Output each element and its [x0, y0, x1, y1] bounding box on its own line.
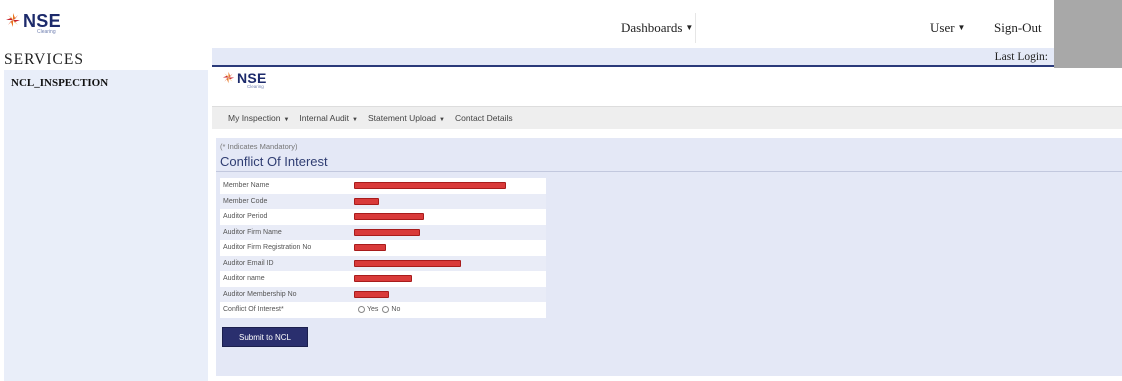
- redacted-value: [354, 275, 412, 283]
- conflict-no-radio[interactable]: [382, 306, 390, 314]
- form-row-member-code: Member Code: [220, 193, 546, 209]
- dashboards-menu-label: Dashboards: [621, 20, 683, 35]
- last-login-label: Last Login:: [994, 51, 1048, 63]
- conflict-yes-radio[interactable]: [358, 306, 365, 314]
- conflict-of-interest-panel: (* Indicates Mandatory) Conflict Of Inte…: [216, 138, 1122, 376]
- logo-subtitle: Clearing: [37, 29, 56, 35]
- field-label: Auditor Firm Registration No: [223, 244, 312, 252]
- app-nav: My Inspection ▼ Internal Audit ▼ Statement…: [212, 106, 1122, 129]
- field-label: Auditor name: [223, 275, 265, 283]
- form-row-auditor-firm-name: Auditor Firm Name: [220, 224, 546, 240]
- redacted-value: [354, 213, 424, 221]
- redacted-value: [354, 182, 506, 190]
- form-row-auditor-period: Auditor Period: [220, 209, 546, 225]
- caret-down-icon: ▼: [685, 23, 694, 32]
- nse-clearing-logo[interactable]: NSE Clearing: [5, 12, 61, 35]
- form-title: Conflict Of Interest: [220, 154, 328, 169]
- sidebar: NCL_INSPECTION: [4, 70, 208, 381]
- top-bar: NSE Clearing Dashboards ▼ User ▼ Sign-Out: [0, 0, 1122, 46]
- nse-logo-icon: [222, 71, 235, 84]
- form-row-member-name: Member Name: [220, 178, 546, 194]
- conflict-no-label: No: [391, 306, 401, 314]
- form-row-auditor-name: Auditor name: [220, 271, 546, 287]
- field-label: Member Code: [223, 197, 268, 205]
- app-logo-subtitle: Clearing: [247, 84, 264, 89]
- field-label: Conflict Of Interest*: [223, 306, 284, 314]
- submit-to-ncl-button[interactable]: Submit to NCL: [222, 327, 308, 347]
- redacted-value: [354, 244, 386, 252]
- redacted-value: [354, 259, 461, 267]
- caret-down-icon: ▼: [957, 23, 966, 32]
- sidebar-item-ncl-inspection[interactable]: NCL_INSPECTION: [11, 77, 108, 89]
- logo-wordmark: NSE: [23, 11, 61, 31]
- form-table: Member Name Member Code Auditor Period A…: [220, 178, 546, 318]
- services-heading: SERVICES: [4, 51, 84, 68]
- nav-internal-audit[interactable]: Internal Audit ▼: [299, 113, 358, 123]
- redacted-value: [354, 290, 389, 298]
- user-menu[interactable]: User ▼: [930, 20, 965, 36]
- user-menu-label: User: [930, 20, 955, 35]
- nav-contact-details[interactable]: Contact Details: [455, 113, 513, 123]
- last-login-bar: Last Login:: [212, 48, 1054, 67]
- nav-internal-audit-label: Internal Audit: [299, 113, 350, 123]
- nav-statement-upload-label: Statement Upload: [367, 113, 437, 123]
- caret-down-icon: ▼: [283, 117, 290, 123]
- conflict-yes-label: Yes: [367, 306, 379, 314]
- caret-down-icon: ▼: [352, 117, 358, 123]
- field-label: Auditor Email ID: [223, 259, 274, 267]
- title-divider: [216, 171, 1122, 172]
- form-row-auditor-email: Auditor Email ID: [220, 255, 546, 271]
- app-logo-wordmark: NSE: [237, 70, 267, 86]
- caret-down-icon: ▼: [439, 117, 445, 123]
- field-label: Auditor Membership No: [223, 290, 297, 298]
- field-label: Member Name: [223, 182, 270, 190]
- sign-out-link[interactable]: Sign-Out: [994, 20, 1042, 36]
- field-label: Auditor Firm Name: [223, 228, 282, 236]
- field-label: Auditor Period: [223, 213, 268, 221]
- form-row-conflict-of-interest: Conflict Of Interest* Yes No: [220, 302, 546, 318]
- app-logo[interactable]: NSE Clearing: [222, 71, 267, 90]
- redacted-value: [354, 228, 420, 236]
- redacted-value: [354, 197, 379, 205]
- nav-my-inspection-label: My Inspection: [228, 113, 281, 123]
- nse-logo-icon: [6, 13, 20, 27]
- nav-my-inspection[interactable]: My Inspection ▼: [228, 113, 289, 123]
- nav-statement-upload[interactable]: Statement Upload ▼: [368, 113, 445, 123]
- form-row-auditor-membership: Auditor Membership No: [220, 286, 546, 302]
- form-row-auditor-firm-registration: Auditor Firm Registration No: [220, 240, 546, 256]
- main-content: NSE Clearing My Inspection ▼ Internal Aud…: [212, 68, 1122, 381]
- dashboards-menu[interactable]: Dashboards ▼: [614, 13, 696, 43]
- conflict-radio-group: Yes No: [354, 306, 401, 314]
- mandatory-note: (* Indicates Mandatory): [220, 142, 298, 151]
